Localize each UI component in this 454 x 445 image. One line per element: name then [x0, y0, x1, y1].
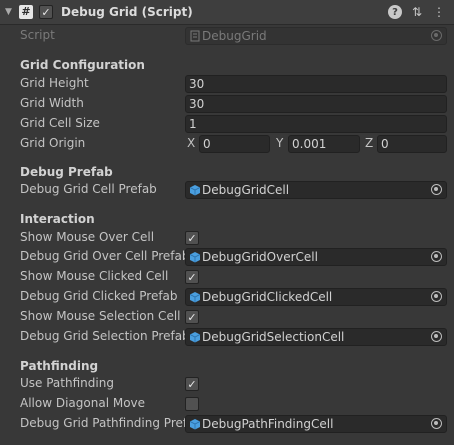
script-label: Script	[20, 28, 55, 42]
show-mouse-selection-label: Show Mouse Selection Cell	[20, 309, 181, 323]
clicked-prefab-field[interactable]: DebugGridClickedCell	[185, 288, 447, 306]
show-mouse-clicked-label: Show Mouse Clicked Cell	[20, 269, 169, 283]
more-icon[interactable]: ⋮	[432, 5, 446, 19]
use-pathfinding-checkbox[interactable]: ✓	[185, 377, 199, 391]
grid-width-input[interactable]: 30	[185, 95, 447, 113]
component-enabled-checkbox[interactable]: ✓	[39, 5, 53, 19]
clicked-prefab-label: Debug Grid Clicked Prefab	[20, 289, 178, 303]
origin-z-input[interactable]: 0	[377, 135, 447, 153]
grid-width-row: Grid Width 30	[0, 95, 454, 113]
show-mouse-clicked-row: Show Mouse Clicked Cell ✓	[0, 268, 454, 286]
prefab-cube-icon	[189, 252, 201, 263]
script-field-value: DebugGrid	[202, 29, 267, 43]
script-icon: #	[19, 5, 33, 19]
origin-x-input[interactable]: 0	[199, 135, 270, 153]
clicked-prefab-row: Debug Grid Clicked Prefab DebugGridClick…	[0, 288, 454, 306]
interaction-header: Interaction	[20, 212, 95, 226]
show-mouse-selection-checkbox[interactable]: ✓	[185, 310, 199, 324]
pathfinding-prefab-value: DebugPathFindingCell	[202, 417, 334, 431]
object-picker-icon[interactable]	[431, 331, 442, 342]
grid-height-row: Grid Height 30	[0, 75, 454, 93]
prefab-cube-icon	[189, 332, 201, 343]
grid-width-label: Grid Width	[20, 96, 84, 110]
origin-y-label[interactable]: Y	[276, 136, 283, 150]
over-prefab-label: Debug Grid Over Cell Prefab	[20, 249, 190, 263]
component-title: Debug Grid (Script)	[61, 5, 193, 19]
object-picker-icon[interactable]	[431, 291, 442, 302]
selection-prefab-value: DebugGridSelectionCell	[202, 330, 345, 344]
over-prefab-field[interactable]: DebugGridOverCell	[185, 248, 447, 266]
allow-diagonal-row: Allow Diagonal Move	[0, 395, 454, 413]
object-picker-icon[interactable]	[431, 251, 442, 262]
preset-icon[interactable]: ⇅	[410, 5, 424, 19]
object-picker-icon[interactable]	[431, 418, 442, 429]
grid-cell-size-input[interactable]: 1	[185, 115, 447, 133]
over-prefab-value: DebugGridOverCell	[202, 250, 318, 264]
object-picker-icon	[431, 30, 442, 41]
debug-prefab-header: Debug Prefab	[20, 165, 113, 179]
prefab-cube-icon	[189, 185, 201, 196]
clicked-prefab-value: DebugGridClickedCell	[202, 290, 333, 304]
prefab-cube-icon	[189, 292, 201, 303]
use-pathfinding-row: Use Pathfinding ✓	[0, 375, 454, 393]
pathfinding-prefab-label: Debug Grid Pathfinding Prefa	[20, 416, 195, 430]
cell-prefab-row: Debug Grid Cell Prefab DebugGridCell	[0, 181, 454, 199]
cell-prefab-label: Debug Grid Cell Prefab	[20, 182, 157, 196]
cell-prefab-value: DebugGridCell	[202, 183, 290, 197]
pathfinding-prefab-field[interactable]: DebugPathFindingCell	[185, 415, 447, 433]
script-asset-icon	[190, 30, 200, 42]
grid-origin-row: Grid Origin X 0 Y 0.001 Z 0	[0, 135, 454, 153]
help-icon[interactable]: ?	[388, 5, 402, 19]
object-picker-icon[interactable]	[431, 184, 442, 195]
grid-configuration-header: Grid Configuration	[20, 58, 145, 72]
selection-prefab-field[interactable]: DebugGridSelectionCell	[185, 328, 447, 346]
use-pathfinding-label: Use Pathfinding	[20, 376, 114, 390]
origin-y-input[interactable]: 0.001	[288, 135, 360, 153]
selection-prefab-label: Debug Grid Selection Prefab	[20, 329, 190, 343]
origin-z-label[interactable]: Z	[365, 136, 373, 150]
grid-origin-label: Grid Origin	[20, 136, 86, 150]
prefab-cube-icon	[189, 419, 201, 430]
pathfinding-prefab-row: Debug Grid Pathfinding Prefa DebugPathFi…	[0, 415, 454, 433]
allow-diagonal-label: Allow Diagonal Move	[20, 396, 146, 410]
cell-prefab-field[interactable]: DebugGridCell	[185, 181, 447, 199]
grid-height-label: Grid Height	[20, 76, 89, 90]
pathfinding-header: Pathfinding	[20, 359, 99, 373]
grid-cell-size-row: Grid Cell Size 1	[0, 115, 454, 133]
show-mouse-selection-row: Show Mouse Selection Cell ✓	[0, 308, 454, 326]
script-field: DebugGrid	[185, 27, 447, 45]
origin-x-label[interactable]: X	[187, 136, 195, 150]
selection-prefab-row: Debug Grid Selection Prefab DebugGridSel…	[0, 328, 454, 346]
show-mouse-clicked-checkbox[interactable]: ✓	[185, 270, 199, 284]
grid-height-input[interactable]: 30	[185, 75, 447, 93]
component-header[interactable]: ▼ # ✓ Debug Grid (Script) ? ⇅ ⋮	[0, 0, 454, 25]
over-prefab-row: Debug Grid Over Cell Prefab DebugGridOve…	[0, 248, 454, 266]
allow-diagonal-checkbox[interactable]	[185, 397, 199, 411]
foldout-arrow-icon[interactable]: ▼	[5, 7, 17, 17]
grid-cell-size-label: Grid Cell Size	[20, 116, 100, 130]
script-row: Script DebugGrid	[0, 27, 454, 45]
show-mouse-over-row: Show Mouse Over Cell ✓	[0, 229, 454, 247]
show-mouse-over-label: Show Mouse Over Cell	[20, 230, 155, 244]
show-mouse-over-checkbox[interactable]: ✓	[185, 231, 199, 245]
